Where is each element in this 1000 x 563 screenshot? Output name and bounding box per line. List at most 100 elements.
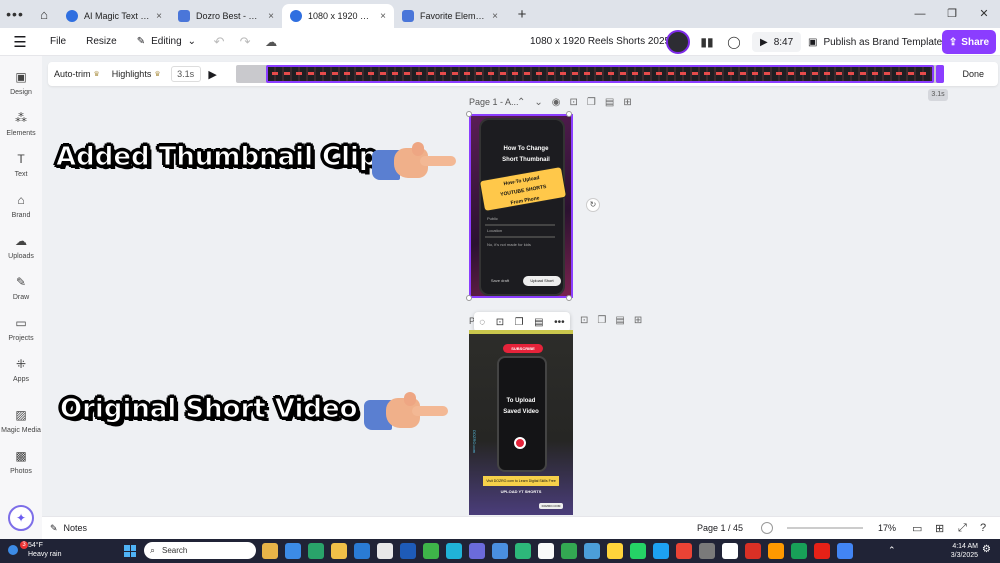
browser-tab-3[interactable]: 1080 x 1920 Reels ... × <box>282 4 394 28</box>
cloud-save-icon[interactable]: ☁ <box>258 35 284 49</box>
sidebar-item-uploads[interactable]: ☁ Uploads <box>0 234 42 260</box>
fullscreen-icon[interactable]: ⤢ <box>958 522 967 535</box>
lock-icon[interactable]: ⊡ <box>580 315 597 326</box>
taskbar-app-icon[interactable] <box>630 543 646 559</box>
taskbar-app-icon[interactable] <box>469 543 485 559</box>
undo-icon[interactable]: ↶ <box>206 34 232 50</box>
sidebar-item-text[interactable]: T Text <box>0 152 42 178</box>
taskbar-app-icon[interactable] <box>331 543 347 559</box>
taskbar-app-icon[interactable] <box>492 543 508 559</box>
taskbar-app-icon[interactable] <box>262 543 278 559</box>
sidebar-item-apps[interactable]: ⁜ Apps <box>0 357 42 383</box>
taskbar-app-icon[interactable] <box>653 543 669 559</box>
resize-handle[interactable] <box>466 111 472 117</box>
taskbar-app-icon[interactable] <box>676 543 692 559</box>
page-1-title[interactable]: Page 1 - A... <box>469 97 519 107</box>
share-button[interactable]: ⇪ Share <box>942 30 996 54</box>
lock-icon[interactable]: ⊡ <box>570 97 587 108</box>
trash-icon[interactable]: ▤ <box>615 315 633 326</box>
avatar[interactable] <box>666 30 690 54</box>
add-page-icon[interactable]: ⊞ <box>634 315 651 326</box>
close-tab-icon[interactable]: × <box>492 11 498 22</box>
taskbar-app-icon[interactable] <box>584 543 600 559</box>
present-play-button[interactable]: ▶ 8:47 <box>752 32 802 52</box>
system-clock[interactable]: 4:14 AM 3/3/2025 <box>946 542 978 560</box>
sidebar-item-design[interactable]: ▣ Design <box>0 70 42 96</box>
taskbar-app-icon[interactable] <box>745 543 761 559</box>
taskbar-app-icon[interactable] <box>377 543 393 559</box>
taskbar-app-icon[interactable] <box>791 543 807 559</box>
taskbar-app-icon[interactable] <box>768 543 784 559</box>
page-indicator[interactable]: Page 1 / 45 <box>697 523 743 533</box>
editing-mode-button[interactable]: ✎ Editing ⌄ <box>127 31 206 53</box>
chevron-up-icon[interactable]: ⌃ <box>517 97 534 108</box>
page-2-canvas[interactable]: SUBSCRIBE To Upload Saved Video DOZRO.co… <box>469 330 573 515</box>
taskbar-app-icon[interactable] <box>837 543 853 559</box>
eye-icon[interactable]: ◉ <box>552 97 570 108</box>
more-options-icon[interactable]: ••• <box>554 317 565 328</box>
taskbar-app-icon[interactable] <box>400 543 416 559</box>
browser-tab-2[interactable]: Dozro Best - YouTu... × <box>170 4 282 28</box>
grid-view-icon[interactable]: ▭ <box>912 522 922 535</box>
insights-icon[interactable]: ▮▮ <box>696 31 718 53</box>
minimize-icon[interactable]: — <box>904 0 936 28</box>
trash-icon[interactable]: ▤ <box>534 317 543 328</box>
play-icon[interactable]: ▶ <box>201 68 225 81</box>
close-tab-icon[interactable]: × <box>268 11 274 22</box>
taskbar-app-icon[interactable] <box>538 543 554 559</box>
duplicate-icon[interactable]: ❐ <box>597 315 615 326</box>
weather-widget[interactable]: 3 54°F Heavy rain <box>8 541 61 559</box>
resize-handle[interactable] <box>566 295 572 301</box>
browser-tab-4[interactable]: Favorite Elements ... × <box>394 4 506 28</box>
document-title[interactable]: 1080 x 1920 Reels Shorts 2025 <box>530 36 670 47</box>
duplicate-icon[interactable]: ❐ <box>515 317 524 328</box>
taskbar-app-icon[interactable] <box>561 543 577 559</box>
taskbar-app-icon[interactable] <box>446 543 462 559</box>
taskbar-app-icon[interactable] <box>607 543 623 559</box>
auto-trim-button[interactable]: Auto-trim ♛ <box>48 69 106 79</box>
resize-button[interactable]: Resize <box>76 31 127 53</box>
resize-handle[interactable] <box>466 295 472 301</box>
taskbar-app-icon[interactable] <box>423 543 439 559</box>
lock-icon[interactable]: ⊡ <box>496 317 504 328</box>
file-menu-button[interactable]: File <box>40 31 76 53</box>
sidebar-item-brand[interactable]: ⌂ Brand <box>0 193 42 219</box>
publish-brand-template-button[interactable]: ▣ Publish as Brand Template <box>800 30 950 54</box>
zoom-level[interactable]: 17% <box>878 523 896 533</box>
sidebar-item-projects[interactable]: ▭ Projects <box>0 316 42 342</box>
page-1-canvas[interactable]: How To Change Short Thumbnail How-To Upl… <box>469 114 573 298</box>
zoom-slider-handle[interactable] <box>761 522 773 534</box>
taskbar-app-icon[interactable] <box>285 543 301 559</box>
new-tab-button[interactable]: + <box>510 6 534 23</box>
trash-icon[interactable]: ▤ <box>605 97 623 108</box>
main-menu-icon[interactable]: ☰ <box>0 33 40 51</box>
magic-assistant-button[interactable]: ✦ <box>8 505 34 531</box>
taskbar-app-icon[interactable] <box>722 543 738 559</box>
close-tab-icon[interactable]: × <box>156 11 162 22</box>
trim-end-handle[interactable] <box>936 65 944 83</box>
close-tab-icon[interactable]: × <box>380 11 386 22</box>
windows-start-icon[interactable] <box>124 545 136 557</box>
pages-grid-icon[interactable]: ⊞ <box>935 522 944 535</box>
comment-add-icon[interactable]: ◌ <box>479 317 485 328</box>
zoom-slider[interactable] <box>787 527 863 529</box>
clip-duration-field[interactable]: 3.1s <box>170 66 201 82</box>
sidebar-item-magic-media[interactable]: ▨ Magic Media <box>0 408 42 434</box>
taskbar-app-icon[interactable] <box>515 543 531 559</box>
sidebar-item-draw[interactable]: ✎ Draw <box>0 275 42 301</box>
chevron-down-icon[interactable]: ⌄ <box>534 97 551 108</box>
taskbar-app-icon[interactable] <box>354 543 370 559</box>
highlights-button[interactable]: Highlights ♛ <box>106 69 167 79</box>
sidebar-item-elements[interactable]: ⁂ Elements <box>0 111 42 137</box>
duplicate-icon[interactable]: ❐ <box>587 97 605 108</box>
taskbar-app-icon[interactable] <box>699 543 715 559</box>
system-tray-chevron-icon[interactable]: ⌃ <box>888 545 896 556</box>
done-button[interactable]: Done <box>962 69 984 79</box>
redo-icon[interactable]: ↷ <box>232 34 258 50</box>
taskbar-app-icon[interactable] <box>308 543 324 559</box>
rotate-icon[interactable]: ↻ <box>586 198 600 212</box>
add-page-icon[interactable]: ⊞ <box>623 97 640 108</box>
taskbar-search-input[interactable]: ⌕ Search <box>144 542 256 559</box>
browser-menu-icon[interactable]: ••• <box>0 6 30 22</box>
taskbar-app-icon[interactable] <box>814 543 830 559</box>
